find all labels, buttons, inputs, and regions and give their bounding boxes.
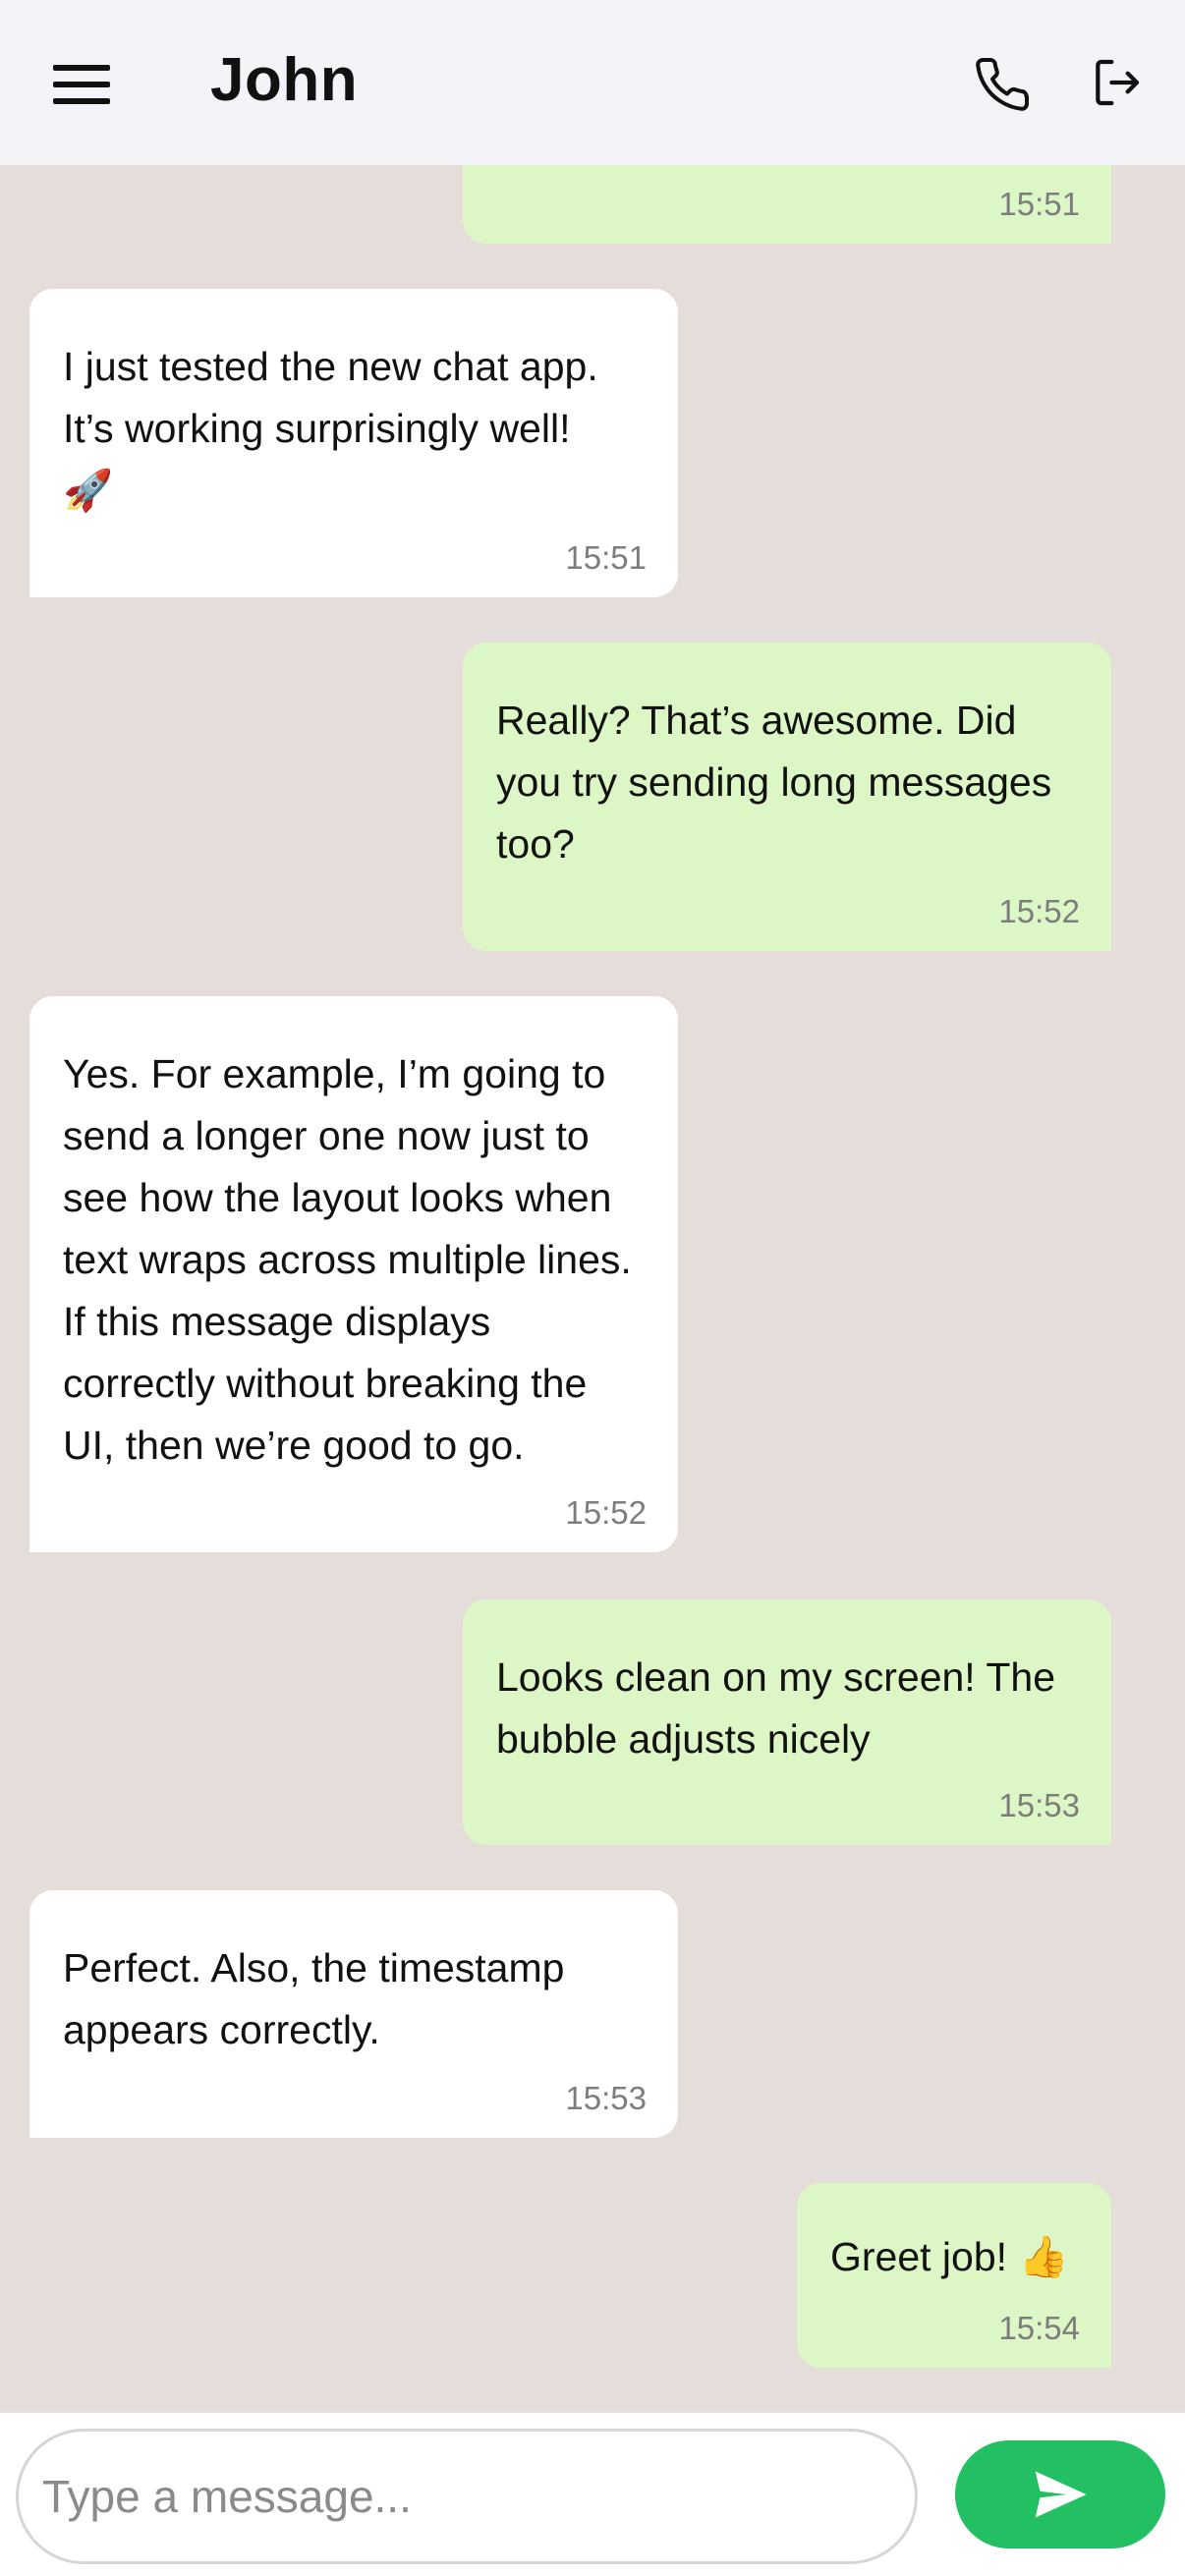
message-text: Perfect. Also, the timestamp appears cor…	[63, 1945, 565, 2052]
message-bubble-outgoing: 15:51	[463, 165, 1111, 244]
message-input[interactable]	[16, 2429, 918, 2564]
message-bubble-outgoing: Looks clean on my screen! The bubble adj…	[463, 1599, 1111, 1845]
message-time: 15:54	[998, 2310, 1080, 2346]
message-text: Really? That’s awesome. Did you try send…	[496, 698, 1052, 867]
call-button[interactable]	[973, 55, 1032, 114]
chat-app: John 15:51 I just tested the new chat ap…	[0, 0, 1185, 2576]
message-bubble-outgoing: Greet job! 👍 15:54	[797, 2183, 1111, 2368]
message-bubble-incoming: Perfect. Also, the timestamp appears cor…	[29, 1890, 678, 2138]
send-button[interactable]	[955, 2440, 1165, 2548]
logout-icon	[1096, 59, 1140, 106]
message-time: 15:51	[565, 539, 647, 576]
message-list[interactable]: 15:51 I just tested the new chat app. It…	[0, 165, 1185, 2411]
phone-icon	[976, 57, 1030, 111]
message-bubble-incoming: Yes. For example, I’m going to send a lo…	[29, 996, 678, 1552]
menu-button[interactable]	[53, 65, 110, 104]
message-text: Yes. For example, I’m going to send a lo…	[63, 1051, 632, 1468]
message-bubble-outgoing: Really? That’s awesome. Did you try send…	[463, 643, 1111, 951]
chat-header: John	[0, 0, 1185, 165]
contact-name: John	[210, 46, 359, 114]
message-text: I just tested the new chat app. It’s wor…	[63, 344, 598, 451]
message-time: 15:53	[998, 1787, 1080, 1823]
message-time: 15:51	[998, 186, 1080, 222]
composer-bar	[0, 2411, 1185, 2576]
message-time: 15:53	[565, 2080, 647, 2116]
message-text: Looks clean on my screen! The bubble adj…	[496, 1654, 1055, 1762]
message-time: 15:52	[998, 893, 1080, 929]
send-arrow-icon	[1035, 2471, 1087, 2518]
logout-button[interactable]	[1089, 55, 1148, 114]
hamburger-menu-icon	[53, 65, 110, 71]
thumbs-up-emoji-icon: 👍	[1018, 2233, 1069, 2280]
message-bubble-incoming: I just tested the new chat app. It’s wor…	[29, 289, 678, 597]
message-text: Greet job! 👍	[830, 2233, 1069, 2280]
rocket-emoji-icon: 🚀	[63, 467, 114, 514]
message-time: 15:52	[565, 1494, 647, 1531]
